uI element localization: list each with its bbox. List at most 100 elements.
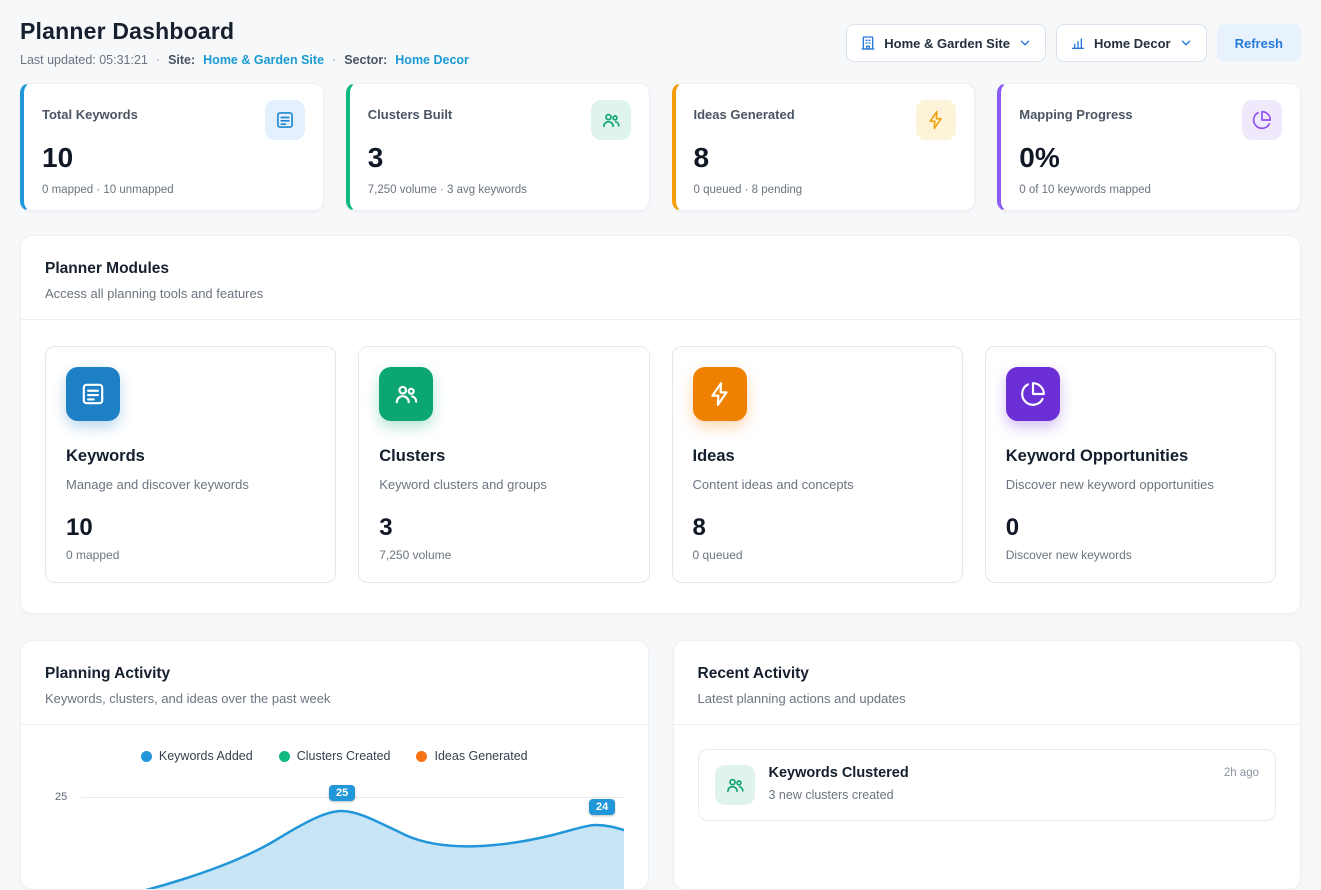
recent-activity-card: Recent Activity Latest planning actions …	[673, 640, 1302, 890]
legend-label: Keywords Added	[159, 749, 253, 763]
stat-detail: 0 mapped · 10 unmapped	[42, 184, 305, 196]
legend-dot-icon	[416, 751, 427, 762]
module-value: 0	[1006, 514, 1255, 542]
section-title: Planner Modules	[45, 260, 1276, 278]
legend-item-ideas-generated: Ideas Generated	[416, 749, 527, 763]
chevron-down-icon	[1179, 36, 1193, 50]
module-card-ideas[interactable]: Ideas Content ideas and concepts 8 0 que…	[672, 346, 963, 583]
module-detail: 0 mapped	[66, 548, 315, 562]
module-title: Clusters	[379, 447, 628, 466]
users-icon	[591, 100, 631, 140]
planning-activity-card: Planning Activity Keywords, clusters, an…	[20, 640, 649, 890]
section-subtitle: Keywords, clusters, and ideas over the p…	[45, 691, 624, 706]
planner-modules-section: Planner Modules Access all planning tool…	[20, 235, 1301, 614]
module-detail: 7,250 volume	[379, 548, 628, 562]
activity-list-item: Keywords Clustered 3 new clusters create…	[698, 749, 1277, 821]
bottom-row: Planning Activity Keywords, clusters, an…	[20, 640, 1301, 890]
page-title: Planner Dashboard	[20, 18, 469, 45]
stat-label: Ideas Generated	[694, 100, 795, 122]
module-detail: 0 queued	[693, 548, 942, 562]
list-icon	[66, 367, 120, 421]
activity-description: 3 new clusters created	[769, 788, 1210, 802]
section-subtitle: Latest planning actions and updates	[698, 691, 1277, 706]
legend-item-keywords-added: Keywords Added	[141, 749, 253, 763]
stat-card-total-keywords: Total Keywords 10 0 mapped · 10 unmapped	[20, 83, 324, 211]
stat-detail: 0 queued · 8 pending	[694, 184, 957, 196]
line-chart: 25 25 24	[45, 777, 624, 890]
divider	[21, 319, 1300, 320]
module-description: Manage and discover keywords	[66, 477, 315, 492]
legend-label: Ideas Generated	[434, 749, 527, 763]
meta-line: Last updated: 05:31:21 · Site: Home & Ga…	[20, 53, 469, 67]
stat-detail: 0 of 10 keywords mapped	[1019, 184, 1282, 196]
data-point-label: 25	[329, 785, 355, 801]
stat-label: Total Keywords	[42, 100, 138, 122]
module-value: 10	[66, 514, 315, 542]
stat-card-ideas-generated: Ideas Generated 8 0 queued · 8 pending	[672, 83, 976, 211]
stat-value: 8	[694, 142, 957, 174]
stat-label: Clusters Built	[368, 100, 453, 122]
module-value: 3	[379, 514, 628, 542]
section-title: Recent Activity	[698, 665, 1277, 683]
bar-chart-icon	[1070, 35, 1086, 51]
site-label: Site:	[168, 53, 195, 67]
module-title: Ideas	[693, 447, 942, 466]
site-selector-label: Home & Garden Site	[884, 36, 1010, 51]
legend-label: Clusters Created	[297, 749, 391, 763]
planner-dashboard-page: Planner Dashboard Last updated: 05:31:21…	[0, 0, 1321, 890]
module-description: Keyword clusters and groups	[379, 477, 628, 492]
modules-grid: Keywords Manage and discover keywords 10…	[45, 346, 1276, 583]
stat-value: 0%	[1019, 142, 1282, 174]
refresh-button[interactable]: Refresh	[1217, 24, 1301, 62]
legend-item-clusters-created: Clusters Created	[279, 749, 391, 763]
pie-chart-icon	[1006, 367, 1060, 421]
stat-value: 10	[42, 142, 305, 174]
module-value: 8	[693, 514, 942, 542]
activity-body: Keywords Clustered 3 new clusters create…	[769, 765, 1210, 802]
pie-chart-icon	[1242, 100, 1282, 140]
stats-row: Total Keywords 10 0 mapped · 10 unmapped…	[20, 83, 1301, 211]
legend-dot-icon	[279, 751, 290, 762]
chevron-down-icon	[1018, 36, 1032, 50]
sector-link[interactable]: Home Decor	[395, 53, 469, 67]
activity-title: Keywords Clustered	[769, 765, 1210, 781]
list-icon	[265, 100, 305, 140]
header-controls: Home & Garden Site Home Decor Refresh	[846, 18, 1301, 62]
site-link[interactable]: Home & Garden Site	[203, 53, 324, 67]
divider	[21, 724, 648, 725]
sector-label: Sector:	[344, 53, 387, 67]
separator-dot: ·	[332, 53, 336, 67]
stat-label: Mapping Progress	[1019, 100, 1132, 122]
stat-card-clusters-built: Clusters Built 3 7,250 volume · 3 avg ke…	[346, 83, 650, 211]
site-selector-dropdown[interactable]: Home & Garden Site	[846, 24, 1046, 62]
module-detail: Discover new keywords	[1006, 548, 1255, 562]
divider	[674, 724, 1301, 725]
stat-value: 3	[368, 142, 631, 174]
separator-dot: ·	[156, 53, 160, 67]
header-left: Planner Dashboard Last updated: 05:31:21…	[20, 18, 469, 67]
sector-selector-label: Home Decor	[1094, 36, 1171, 51]
top-bar: Planner Dashboard Last updated: 05:31:21…	[20, 18, 1301, 67]
module-card-clusters[interactable]: Clusters Keyword clusters and groups 3 7…	[358, 346, 649, 583]
module-description: Discover new keyword opportunities	[1006, 477, 1255, 492]
users-icon	[715, 765, 755, 805]
module-title: Keywords	[66, 447, 315, 466]
last-updated-text: Last updated: 05:31:21	[20, 53, 148, 67]
legend-dot-icon	[141, 751, 152, 762]
stat-detail: 7,250 volume · 3 avg keywords	[368, 184, 631, 196]
chart-legend: Keywords Added Clusters Created Ideas Ge…	[45, 749, 624, 763]
module-title: Keyword Opportunities	[1006, 447, 1255, 466]
bolt-icon	[693, 367, 747, 421]
users-icon	[379, 367, 433, 421]
module-description: Content ideas and concepts	[693, 477, 942, 492]
y-axis-tick: 25	[55, 791, 67, 803]
section-title: Planning Activity	[45, 665, 624, 683]
stat-card-mapping-progress: Mapping Progress 0% 0 of 10 keywords map…	[997, 83, 1301, 211]
sector-selector-dropdown[interactable]: Home Decor	[1056, 24, 1207, 62]
section-subtitle: Access all planning tools and features	[45, 286, 1276, 301]
module-card-keywords[interactable]: Keywords Manage and discover keywords 10…	[45, 346, 336, 583]
module-card-keyword-opportunities[interactable]: Keyword Opportunities Discover new keywo…	[985, 346, 1276, 583]
bolt-icon	[916, 100, 956, 140]
data-point-label: 24	[589, 799, 615, 815]
activity-timestamp: 2h ago	[1224, 765, 1259, 779]
